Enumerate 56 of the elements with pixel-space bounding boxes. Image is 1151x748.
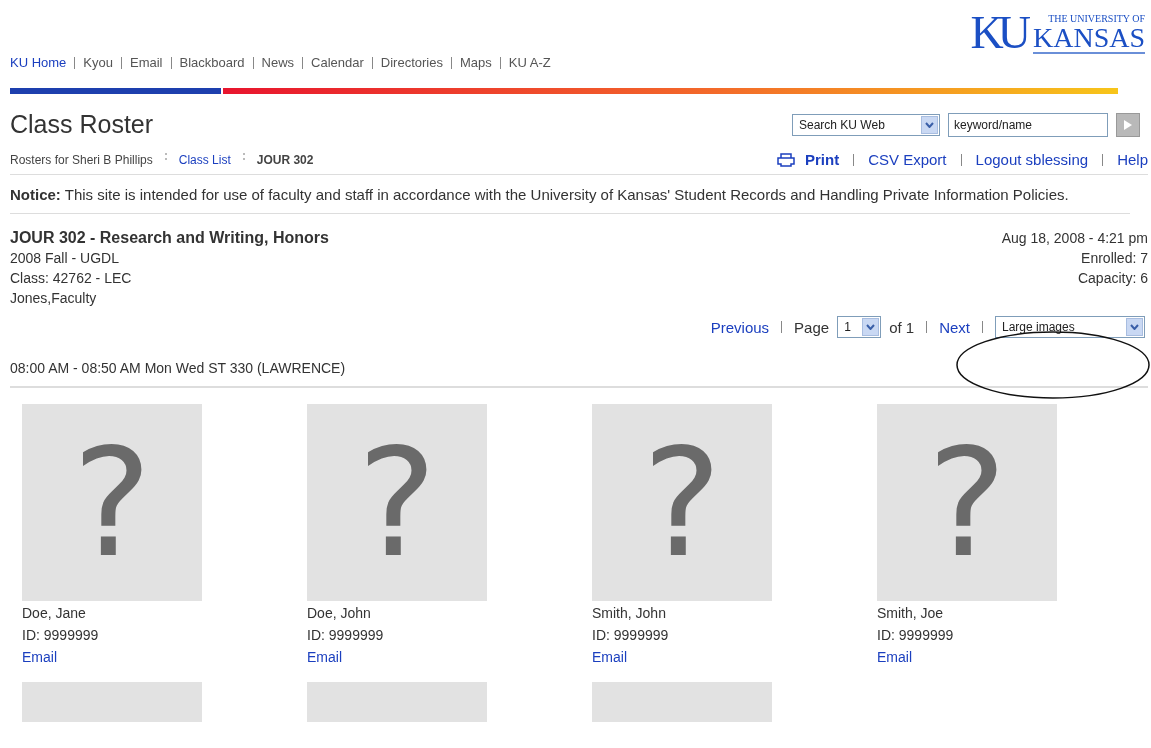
breadcrumb-text: JOUR 302 <box>256 152 314 167</box>
action-link[interactable]: Help <box>1117 151 1148 168</box>
search-scope-select[interactable]: Search KU Web <box>792 113 940 136</box>
course-detail: Jones,Faculty <box>10 289 97 308</box>
question-mark: ? <box>927 427 1007 578</box>
student-name: Doe, Jane <box>22 604 87 623</box>
breadcrumb-link[interactable]: Class List <box>178 152 231 167</box>
email-link[interactable]: Email <box>877 646 912 668</box>
student-name: Doe, John <box>307 604 372 623</box>
nav-link[interactable]: KU A-Z <box>508 55 551 70</box>
student-name: Smith, Joe <box>877 604 945 623</box>
caret-icon <box>862 318 880 336</box>
course-stat: Capacity: 6 <box>1077 269 1148 288</box>
action-link[interactable]: CSV Export <box>868 151 947 168</box>
play-arrow-icon <box>1123 118 1133 131</box>
course-title: JOUR 302 - Research and Writing, Honors <box>10 228 329 248</box>
nav-link[interactable]: Maps <box>459 55 492 70</box>
course-stat: Enrolled: 7 <box>1081 249 1148 268</box>
printer-icon <box>777 152 795 167</box>
nav-link[interactable]: KU Home <box>10 55 67 70</box>
action-link[interactable]: Print <box>805 151 840 168</box>
nav-link[interactable]: News <box>261 55 295 70</box>
notice-text: Notice: This site is intended for use of faculty and staff in accordance with the University of Kansas' Student Records and Handling Private Information Policies. <box>10 185 1130 214</box>
page-count: of 1 <box>889 318 915 336</box>
previous-link[interactable]: Previous <box>710 318 770 336</box>
question-mark: ? <box>642 427 722 578</box>
course-stat: Aug 18, 2008 - 4:21 pm <box>1001 229 1148 248</box>
email-link[interactable]: Email <box>22 646 57 668</box>
email-link[interactable]: Email <box>592 646 627 668</box>
student-id: ID: 9999999 <box>877 626 955 645</box>
course-detail: Class: 42762 - LEC <box>10 269 132 288</box>
email-link[interactable]: Email <box>307 646 342 668</box>
page-title: Class Roster <box>10 110 154 139</box>
nav-link[interactable]: Kyou <box>83 55 113 70</box>
nav-link[interactable]: Directories <box>380 55 443 70</box>
go-button[interactable] <box>1116 112 1140 137</box>
caret-icon <box>1126 318 1143 336</box>
next-link[interactable]: Next <box>939 318 970 336</box>
page-select[interactable]: 1 <box>837 316 882 338</box>
course-detail: 2008 Fall - UGDL <box>10 249 119 268</box>
nav-link[interactable]: Blackboard <box>179 55 245 70</box>
student-id: ID: 9999999 <box>22 626 100 645</box>
question-mark: ? <box>72 427 152 578</box>
action-link[interactable]: Logout sblessing <box>975 151 1089 168</box>
nav-link[interactable]: Calendar <box>311 55 364 70</box>
question-mark: ? <box>357 427 437 578</box>
page-label: Page <box>794 318 830 336</box>
student-name: Smith, John <box>592 604 667 623</box>
search-field[interactable]: keyword/name <box>948 112 1108 137</box>
student-id: ID: 9999999 <box>592 626 670 645</box>
schedule-text: 08:00 AM - 08:50 AM Mon Wed ST 330 (LAWRENCE) <box>10 360 1148 388</box>
caret-icon <box>921 115 938 134</box>
breadcrumb-text: Rosters for Sheri B Phillips <box>10 152 153 167</box>
student-id: ID: 9999999 <box>307 626 385 645</box>
view-select[interactable]: Large images <box>995 316 1145 338</box>
nav-link[interactable]: Email <box>130 55 163 70</box>
